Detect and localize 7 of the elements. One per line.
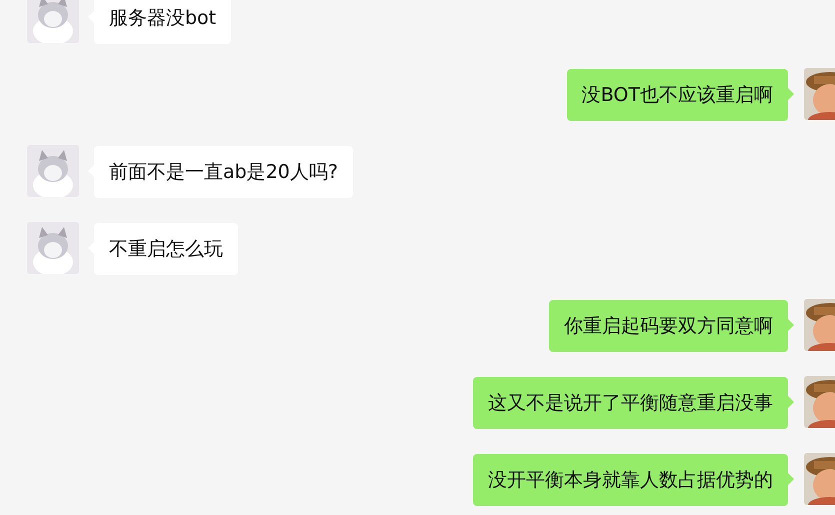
message-bubble: 前面不是一直ab是20人吗? [94, 146, 353, 198]
message-bubble: 你重启起码要双方同意啊 [549, 300, 788, 352]
message-bubble: 不重启怎么玩 [94, 223, 238, 275]
message-bubble: 服务器没bot [94, 0, 232, 44]
message-bubble: 没开平衡本身就靠人数占据优势的 [473, 454, 788, 506]
message-bubble: 这又不是说开了平衡随意重启没事 [473, 377, 788, 429]
message-bubble: 没BOT也不应该重启啊 [566, 69, 788, 121]
